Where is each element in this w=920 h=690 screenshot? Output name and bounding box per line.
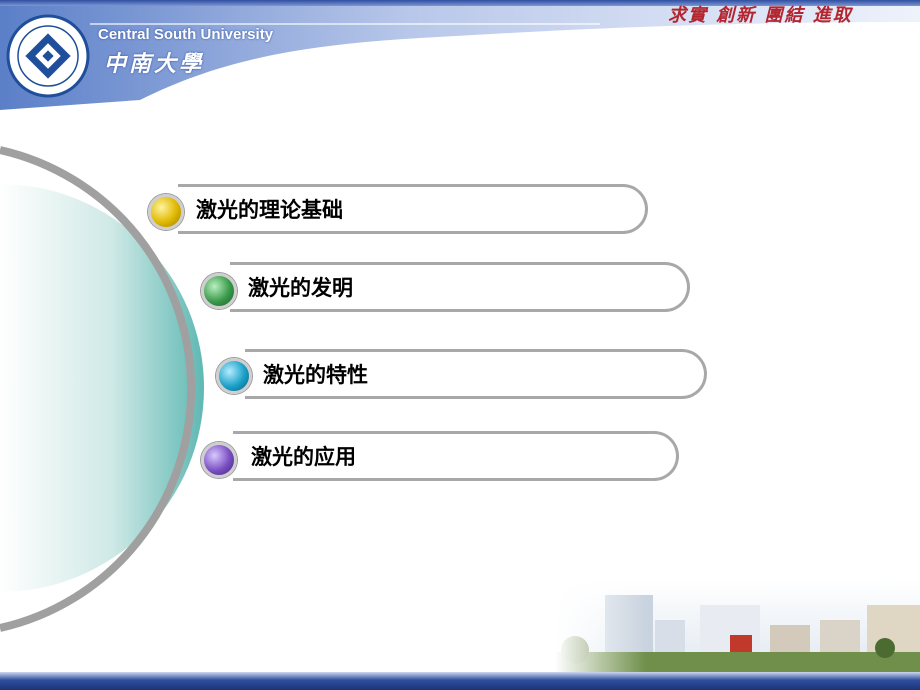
motto: 求實 創新 團結 進取 (668, 5, 853, 26)
menu-item-label: 激光的理论基础 (196, 198, 343, 222)
university-name-en: Central South University (98, 26, 274, 43)
menu-item-invention[interactable]: 激光的发明 (230, 262, 690, 312)
menu-item-label: 激光的应用 (251, 445, 356, 469)
bullet-purple-icon (201, 442, 237, 478)
university-logo (6, 14, 90, 98)
menu-item-applications[interactable]: 激光的应用 (233, 431, 679, 481)
bullet-blue-icon (216, 358, 252, 394)
menu-item-theory[interactable]: 激光的理论基础 (178, 184, 648, 234)
footer-bar (0, 672, 920, 690)
bullet-yellow-icon (148, 194, 184, 230)
campus-image (555, 580, 920, 675)
bullet-green-icon (201, 273, 237, 309)
university-name-cn: 中南大學 (104, 51, 205, 77)
menu-item-label: 激光的发明 (248, 276, 353, 300)
menu-item-properties[interactable]: 激光的特性 (245, 349, 707, 399)
menu-item-label: 激光的特性 (263, 363, 368, 387)
